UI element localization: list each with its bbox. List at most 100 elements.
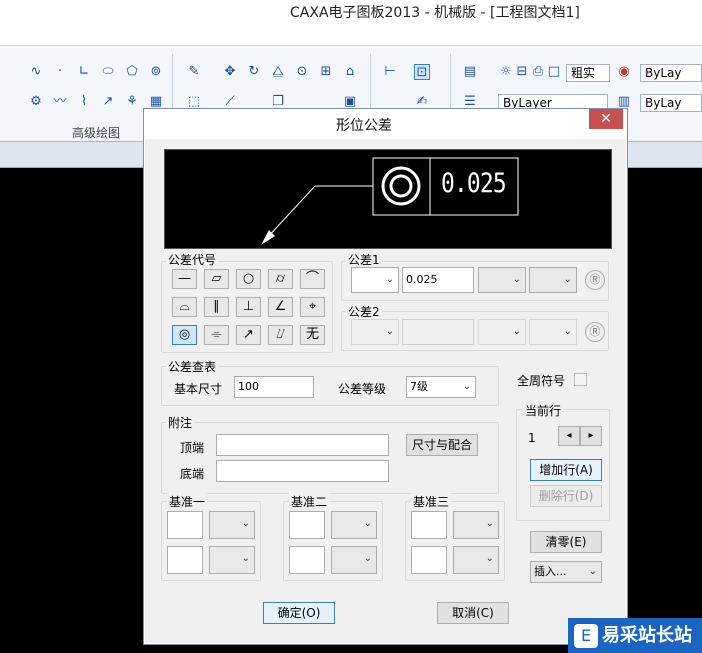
tol1-value-input[interactable]: 0.025 (402, 267, 474, 293)
stretch-icon[interactable]: ⌂ (342, 64, 358, 80)
chevron-down-icon: ⌄ (363, 553, 372, 564)
layer-icon[interactable]: ▤ (462, 64, 478, 80)
mirror-icon[interactable]: ⧋ (270, 64, 286, 80)
datum-3-input-1[interactable] (411, 511, 447, 539)
app-title: CAXA电子图板2013 - 机械版 - [工程图文档1] (290, 5, 580, 21)
preview-drawing (261, 157, 519, 245)
lock-icon[interactable]: ⊟ (514, 64, 530, 80)
break-line-icon[interactable]: ⌇ (76, 94, 92, 110)
symbol-surface-profile-button[interactable]: ⌓ (172, 297, 197, 317)
bottom-note-input[interactable] (216, 460, 389, 482)
datum-1-label: 基准一 (167, 493, 208, 510)
datum-1-select-1[interactable]: ⌄ (209, 511, 255, 539)
symbol-total-runout-button[interactable]: ⌰ (268, 325, 293, 345)
chevron-down-icon: ⌄ (512, 326, 521, 337)
symbol-position-button[interactable]: ⌖ (300, 297, 325, 317)
ellipse-icon[interactable]: ⬭ (100, 64, 116, 80)
fill-icon[interactable]: ⚙ (28, 94, 44, 110)
spline-icon[interactable]: ∿ (28, 64, 44, 80)
clear-button[interactable]: 清零(E) (530, 531, 602, 553)
basic-size-input[interactable]: 100 (234, 376, 314, 398)
insert-select[interactable]: 插入... ⌄ (530, 561, 602, 583)
tol1-label: 公差1 (346, 251, 382, 268)
symbol-line-profile-button[interactable]: ⌒ (300, 269, 325, 289)
tol2-label: 公差2 (346, 303, 382, 320)
symbol-group-label: 公差代号 (166, 251, 219, 268)
rotate-icon[interactable]: ↻ (246, 64, 262, 80)
symbol-circularity-button[interactable]: ○ (236, 269, 261, 289)
tolerance-icon[interactable]: ⊡ (414, 64, 430, 80)
size-fit-button[interactable]: 尺寸与配合 (406, 434, 478, 456)
tol2-prefix-select[interactable]: ⌄ (351, 319, 399, 345)
tol1-prefix-select[interactable]: ⌄ (351, 267, 399, 293)
close-button[interactable]: ✕ (589, 109, 623, 129)
wave-icon[interactable]: 〰 (52, 94, 68, 110)
watermark-text: 易采站长站 (602, 625, 692, 646)
dimension-icon[interactable]: ⊢ (382, 64, 398, 80)
symbol-circular-runout-button[interactable]: ↗ (236, 325, 261, 345)
datum-1-input-2[interactable] (167, 546, 203, 574)
tol1-r-button[interactable]: Ⓡ (585, 270, 605, 290)
tol2-modifier-select[interactable]: ⌄ (478, 319, 526, 345)
ok-button[interactable]: 确定(O) (263, 602, 335, 624)
leader-diagonal (264, 185, 316, 241)
circle-tangent-icon[interactable]: ⊚ (148, 64, 164, 80)
move-icon[interactable]: ✥ (222, 64, 238, 80)
point-icon[interactable]: · (52, 64, 68, 80)
chevron-down-icon: ⌄ (485, 553, 494, 564)
center-icon[interactable]: ⊙ (294, 64, 310, 80)
tol2-value-input[interactable] (402, 319, 474, 345)
cancel-button[interactable]: 取消(C) (437, 602, 509, 624)
symbol-cylindricity-button[interactable]: ⌭ (268, 269, 293, 289)
paint-icon[interactable]: ✎ (186, 64, 202, 80)
geometric-tolerance-dialog: 形位公差 ✕ 0.025 公差代号 — ▱ ○ ⌭ ⌒ ⌓ ∥ ⊥ ∠ ⌖ ◎ ⌯ ↗ ⌰ 无 公差1 ⌄ … (143, 108, 628, 645)
tol2-material-select[interactable]: ⌄ (529, 319, 577, 345)
symbol-symmetry-button[interactable]: ⌯ (204, 325, 229, 345)
symbol-concentricity-button[interactable]: ◎ (172, 325, 197, 345)
chevron-down-icon: ⌄ (385, 326, 394, 337)
chevron-down-icon: ⌄ (563, 326, 572, 337)
axis-icon[interactable]: ∟ (76, 64, 92, 80)
datum-2-input-2[interactable] (289, 546, 325, 574)
symbol-none-button[interactable]: 无 (300, 325, 325, 345)
hatch-icon[interactable]: ⚘ (124, 94, 140, 110)
grade-select[interactable]: 7级 ⌄ (406, 376, 476, 398)
color-select[interactable]: ByLay (640, 64, 702, 82)
symbol-parallelism-button[interactable]: ∥ (204, 297, 229, 317)
print-icon[interactable]: ⎙ (530, 64, 546, 80)
datum-2-input-1[interactable] (289, 511, 325, 539)
array-icon[interactable]: ⊞ (318, 64, 334, 80)
leader-arrowhead (261, 230, 275, 245)
symbol-flatness-button[interactable]: ▱ (204, 269, 229, 289)
tol1-modifier-select[interactable]: ⌄ (478, 267, 526, 293)
datum-3-input-2[interactable] (411, 546, 447, 574)
add-row-button[interactable]: 增加行(A) (530, 459, 602, 481)
datum-2-select-2[interactable]: ⌄ (331, 546, 377, 574)
concentricity-inner (389, 174, 413, 198)
datum-3-select-1[interactable]: ⌄ (453, 511, 499, 539)
arrow-icon[interactable]: ↗ (100, 94, 116, 110)
color-select-2[interactable]: ByLay (640, 94, 702, 112)
top-note-input[interactable] (216, 434, 389, 456)
row-prev-button[interactable]: ◂ (558, 426, 580, 446)
row-next-button[interactable]: ▸ (580, 426, 602, 446)
datum-3-select-2[interactable]: ⌄ (453, 546, 499, 574)
all-around-checkbox[interactable] (574, 373, 587, 386)
polygon-icon[interactable]: ⬠ (124, 64, 140, 80)
line-weight-select[interactable]: 粗实 (566, 64, 610, 82)
color-wheel-icon[interactable]: ◉ (616, 64, 632, 80)
light-icon[interactable]: ☼ (498, 64, 514, 80)
datum-1-select-2[interactable]: ⌄ (209, 546, 255, 574)
datum-2-select-1[interactable]: ⌄ (331, 511, 377, 539)
symbol-straightness-button[interactable]: — (172, 269, 197, 289)
datum-1-input-1[interactable] (167, 511, 203, 539)
symbol-angularity-button[interactable]: ∠ (268, 297, 293, 317)
chevron-down-icon: ⌄ (241, 553, 250, 564)
box-icon[interactable]: □ (546, 64, 562, 80)
grade-value: 7级 (410, 380, 428, 393)
tol2-r-button[interactable]: Ⓡ (585, 322, 605, 342)
tol1-material-select[interactable]: ⌄ (529, 267, 577, 293)
symbol-perpendicularity-button[interactable]: ⊥ (236, 297, 261, 317)
delete-row-button[interactable]: 删除行(D) (530, 485, 602, 507)
notes-label: 附注 (166, 414, 195, 431)
